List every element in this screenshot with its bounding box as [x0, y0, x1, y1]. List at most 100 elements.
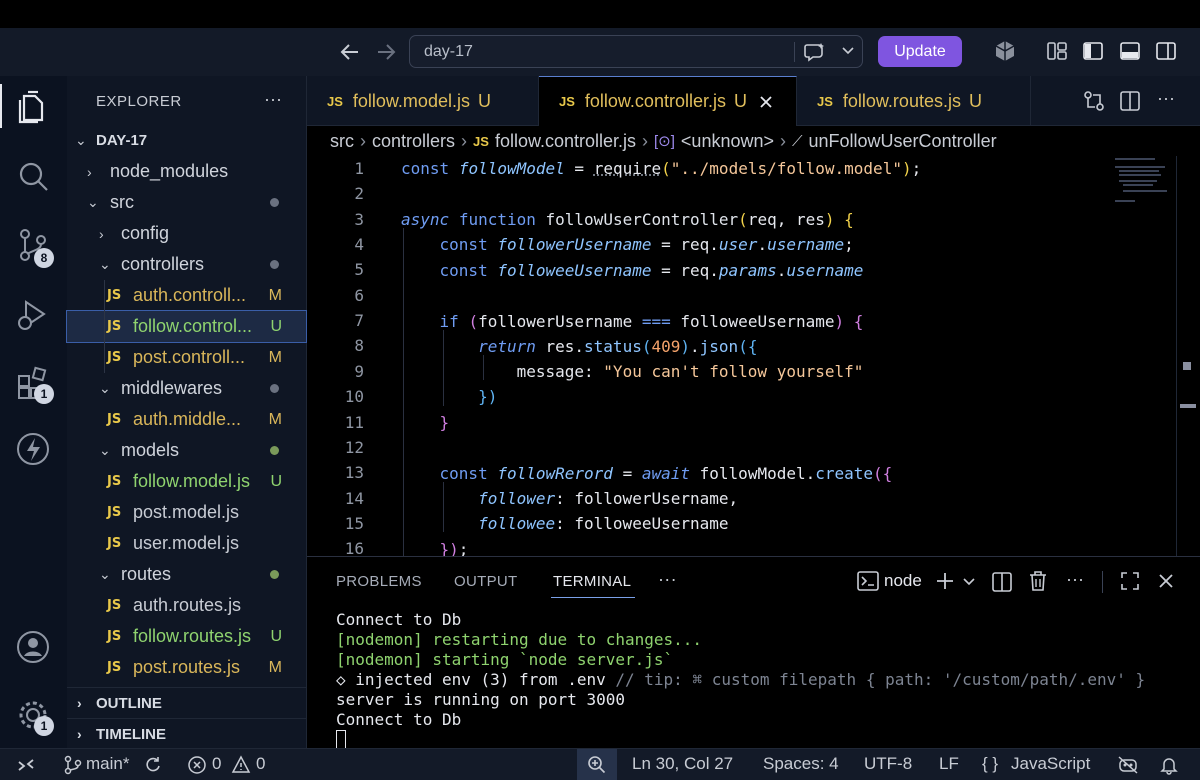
run-debug-icon[interactable] [14, 296, 52, 334]
toggle-panel-icon[interactable] [1118, 39, 1142, 63]
error-count[interactable]: 0 [212, 754, 221, 774]
language-mode[interactable]: JavaScript [1011, 754, 1090, 774]
tree-file[interactable]: JS follow.control... U [67, 311, 306, 342]
code-line: followee: followeeUsername [401, 514, 729, 533]
maximize-panel-icon[interactable] [1120, 571, 1140, 591]
tab-follow-model[interactable]: JS follow.model.js U [307, 76, 539, 126]
tree-file[interactable]: JS auth.controll... M [67, 280, 306, 311]
tab-label: follow.model.js [353, 91, 470, 112]
tree-folder[interactable]: ⌄ models [67, 435, 306, 466]
chevron-down-icon: ⌄ [87, 194, 99, 211]
line-ending[interactable]: LF [939, 754, 959, 774]
js-file-icon: JS [107, 660, 121, 675]
remote-button[interactable] [0, 749, 52, 780]
line-number: 11 [307, 413, 364, 432]
terminal-shell-name[interactable]: node [884, 571, 922, 591]
tree-file[interactable]: JS auth.routes.js [67, 590, 306, 621]
code-editor[interactable]: 1 2 3 4 5 6 7 8 9 10 11 12 13 14 15 16 const followMode… [307, 156, 1200, 556]
line-number: 16 [307, 539, 364, 556]
indentation[interactable]: Spaces: 4 [763, 754, 839, 774]
chevron-down-icon: ⌄ [75, 132, 87, 149]
close-icon[interactable] [759, 95, 773, 109]
close-icon[interactable] [1158, 573, 1174, 589]
tab-follow-controller[interactable]: JS follow.controller.js U [539, 76, 797, 126]
timeline-section[interactable]: › TIMELINE [67, 718, 306, 749]
cursor-position[interactable]: Ln 30, Col 27 [632, 754, 733, 774]
search-icon[interactable] [14, 158, 52, 196]
tree-file[interactable]: JS post.model.js [67, 497, 306, 528]
trash-icon[interactable] [1028, 570, 1048, 592]
tree-file[interactable]: JS user.model.js [67, 528, 306, 559]
encoding[interactable]: UTF-8 [864, 754, 912, 774]
notifications-bell-icon[interactable] [1159, 755, 1179, 775]
git-branch[interactable]: main* [86, 754, 129, 774]
account-icon[interactable] [14, 628, 52, 666]
tree-folder[interactable]: › config [67, 218, 306, 249]
warning-count[interactable]: 0 [256, 754, 265, 774]
copilot-chat-icon[interactable] [804, 42, 826, 62]
tab-problems[interactable]: PROBLEMS [336, 573, 422, 590]
code-line: const followerUsername = req.user.userna… [401, 235, 854, 254]
sync-icon[interactable] [143, 755, 163, 775]
update-button[interactable]: Update [878, 36, 962, 67]
tree-file[interactable]: JS follow.routes.js U [67, 621, 306, 652]
tree-file[interactable]: JS post.controll... M [67, 342, 306, 373]
tree-folder[interactable]: ⌄ middlewares [67, 373, 306, 404]
terminal-more-button[interactable]: ··· [1066, 569, 1084, 590]
explorer-more-button[interactable]: ··· [264, 89, 282, 110]
tree-folder[interactable]: ⌄ controllers [67, 249, 306, 280]
breadcrumb-unknown[interactable]: <unknown> [681, 131, 774, 152]
editor-more-button[interactable]: ··· [1157, 88, 1175, 109]
command-center-search[interactable]: day-17 [409, 35, 863, 68]
chevron-right-icon: › [461, 131, 467, 152]
tab-follow-routes[interactable]: JS follow.routes.js U [797, 76, 1031, 126]
status-dot [270, 384, 279, 393]
forward-button[interactable] [374, 38, 398, 66]
tree-item-label: models [121, 440, 179, 461]
tree-folder[interactable]: ⌄ routes [67, 559, 306, 590]
accounts-cube-icon[interactable] [993, 39, 1017, 63]
chevron-right-icon: › [360, 131, 366, 152]
outline-section[interactable]: › OUTLINE [67, 687, 306, 718]
chevron-down-icon[interactable] [842, 47, 854, 55]
plus-icon[interactable] [935, 571, 955, 591]
back-button[interactable] [338, 38, 362, 66]
tree-file[interactable]: JS auth.middle... M [67, 404, 306, 435]
project-root-folder[interactable]: ⌄ DAY-17 [67, 125, 306, 156]
tree-item-label: config [121, 223, 169, 244]
breadcrumb-function[interactable]: unFollowUserController [809, 131, 997, 152]
terminal-cursor[interactable] [336, 730, 346, 749]
split-terminal-icon[interactable] [991, 571, 1013, 593]
explorer-icon[interactable] [14, 88, 52, 126]
tab-output[interactable]: OUTPUT [454, 573, 517, 590]
line-number: 14 [307, 489, 364, 508]
line-number: 12 [307, 438, 364, 457]
tree-folder[interactable]: ⌄ src [67, 187, 306, 218]
panel-more-button[interactable]: ··· [658, 569, 677, 590]
chevron-right-icon: › [780, 131, 786, 152]
tree-file[interactable]: JS post.routes.js M [67, 652, 306, 683]
breadcrumb-src[interactable]: src [330, 131, 354, 152]
copilot-off-icon[interactable] [1117, 755, 1139, 775]
tab-status-flag: U [478, 91, 491, 112]
outline-label: OUTLINE [96, 695, 162, 712]
tree-folder[interactable]: › node_modules [67, 156, 306, 187]
breadcrumb-controllers[interactable]: controllers [372, 131, 455, 152]
minimap[interactable] [1113, 156, 1183, 556]
tab-label: follow.controller.js [585, 91, 726, 112]
toggle-secondary-sidebar-icon[interactable] [1154, 39, 1178, 63]
customize-layout-icon[interactable] [1045, 39, 1069, 63]
editor-scrollbar[interactable] [1176, 156, 1177, 556]
tab-terminal[interactable]: TERMINAL [553, 573, 631, 590]
lightning-icon[interactable] [14, 430, 52, 468]
line-number: 4 [307, 235, 364, 254]
code-line: if (followerUsername === followeeUsernam… [401, 312, 863, 331]
breadcrumb-file[interactable]: follow.controller.js [495, 131, 636, 152]
toggle-primary-sidebar-icon[interactable] [1081, 39, 1105, 63]
zoom-button[interactable] [577, 749, 617, 780]
split-editor-icon[interactable] [1119, 90, 1141, 112]
tree-file[interactable]: JS follow.model.js U [67, 466, 306, 497]
compare-changes-icon[interactable] [1083, 90, 1105, 112]
chevron-down-icon[interactable] [963, 578, 975, 586]
terminal-line: server is running on port 3000 [336, 690, 625, 709]
